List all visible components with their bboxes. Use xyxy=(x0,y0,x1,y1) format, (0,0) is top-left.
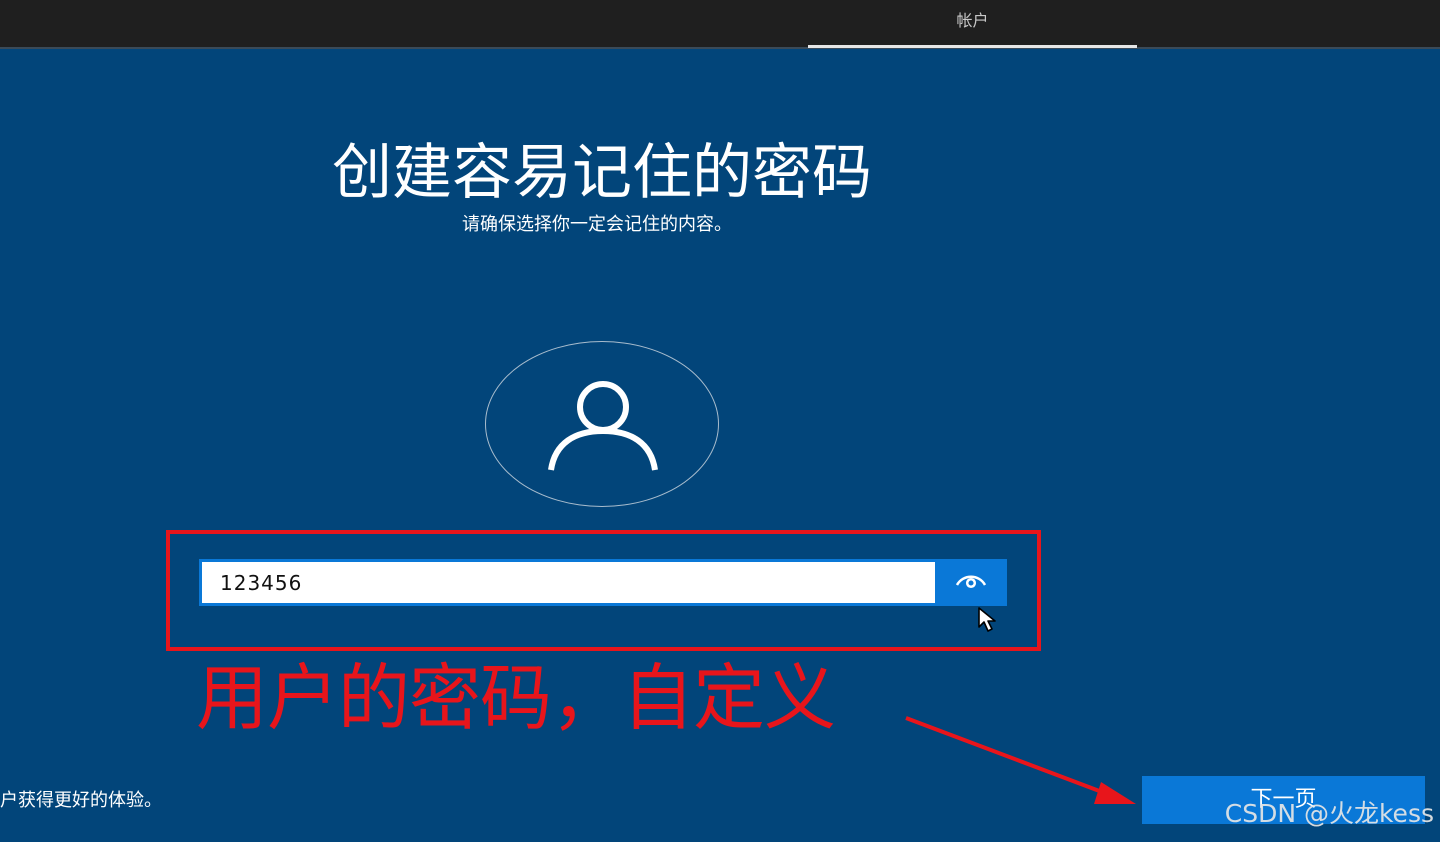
watermark: CSDN @火龙kess xyxy=(1224,799,1434,828)
privacy-text: 户获得更好的体验。 xyxy=(0,790,162,811)
annotation-arrow xyxy=(905,716,1136,804)
